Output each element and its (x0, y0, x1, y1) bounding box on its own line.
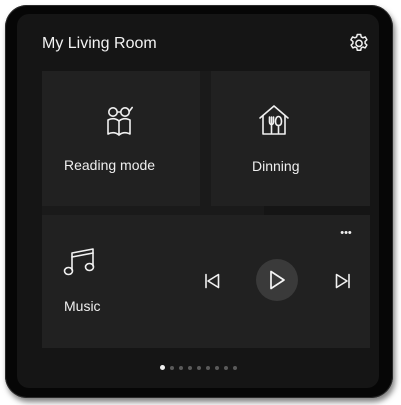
page-dot[interactable] (233, 365, 237, 370)
next-track-button[interactable] (330, 269, 356, 293)
page-dot[interactable] (160, 365, 165, 370)
dinning-label: Dinning (252, 158, 300, 174)
play-icon (270, 270, 285, 290)
settings-button[interactable] (346, 31, 372, 57)
play-button[interactable] (256, 259, 298, 301)
skip-next-icon (335, 273, 350, 289)
reading-mode-label: Reading mode (64, 157, 156, 173)
reading-glasses-book-icon (107, 106, 133, 136)
page-dot[interactable] (206, 365, 210, 370)
page-dot[interactable] (188, 365, 192, 370)
tile-divider (200, 71, 211, 206)
more-dots-icon: ••• (340, 227, 352, 239)
house-fork-spoon-icon (259, 105, 289, 135)
page-dot[interactable] (197, 365, 201, 370)
page-dot[interactable] (215, 365, 219, 370)
page-dot[interactable] (170, 365, 174, 370)
scene-tile-reading-mode[interactable] (42, 71, 200, 206)
music-note-icon (63, 248, 95, 276)
scene-tile-dinning[interactable] (211, 71, 370, 206)
previous-track-button[interactable] (199, 269, 225, 293)
music-label: Music (64, 298, 101, 314)
page-dot[interactable] (179, 365, 183, 370)
skip-previous-icon (205, 273, 220, 289)
tile-divider (42, 206, 264, 215)
room-title: My Living Room (42, 35, 157, 52)
gear-icon (350, 33, 368, 52)
more-options-button[interactable]: ••• (333, 226, 359, 240)
page-dot[interactable] (224, 365, 228, 370)
page-indicator[interactable] (160, 365, 237, 370)
